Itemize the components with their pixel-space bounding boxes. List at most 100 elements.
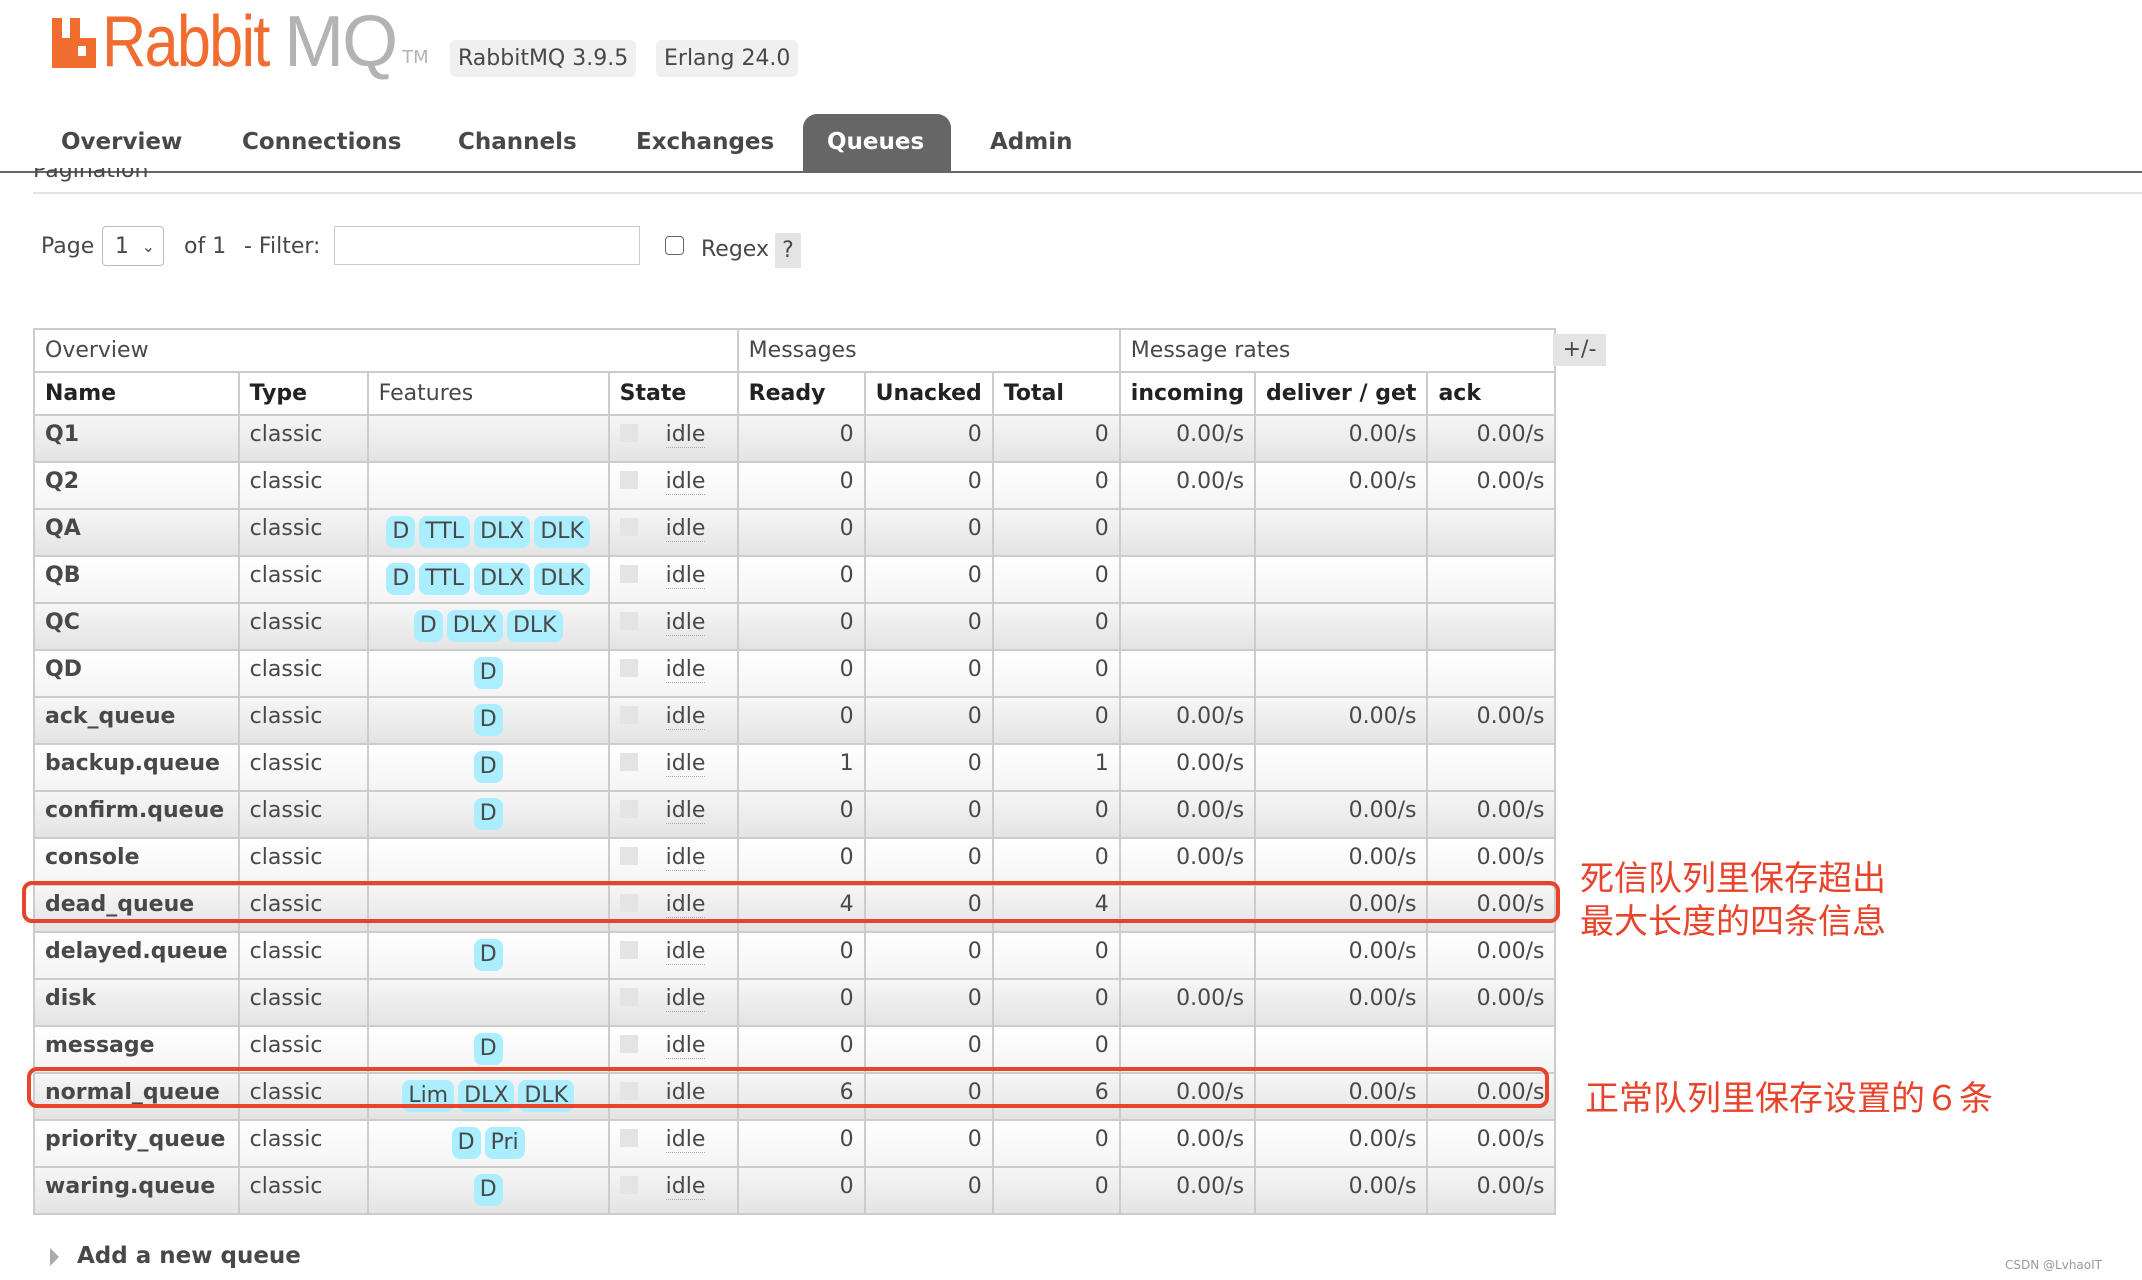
- tab-admin[interactable]: Admin: [966, 114, 1097, 171]
- feature-badge-pri: Pri: [484, 1127, 525, 1159]
- tab-divider: [0, 171, 2142, 173]
- queue-name-link[interactable]: QB: [33, 555, 240, 604]
- add-new-queue-toggle[interactable]: Add a new queue: [50, 1243, 301, 1269]
- queue-name-link[interactable]: message: [33, 1025, 240, 1074]
- tab-connections[interactable]: Connections: [218, 114, 425, 171]
- rabbitmq-logo[interactable]: Rabbit MQ TM: [52, 6, 429, 78]
- col-header-name[interactable]: Name: [33, 371, 240, 416]
- state-indicator-icon: [619, 753, 638, 771]
- state-label: idle: [665, 1127, 706, 1153]
- queue-name-link[interactable]: ack_queue: [33, 696, 240, 745]
- feature-badge-d: D: [473, 939, 503, 971]
- state-indicator-icon: [619, 565, 638, 583]
- queue-state: idle: [607, 884, 739, 933]
- queue-name-link[interactable]: console: [33, 837, 240, 886]
- regex-help-button[interactable]: ?: [775, 233, 801, 268]
- col-header-unacked[interactable]: Unacked: [863, 371, 994, 416]
- queue-state: idle: [607, 461, 739, 510]
- state-label: idle: [665, 657, 706, 683]
- queue-features: D Pri: [366, 1119, 610, 1168]
- queue-state: idle: [607, 649, 739, 698]
- cell-ack: [1426, 555, 1557, 604]
- queue-name-link[interactable]: QC: [33, 602, 240, 651]
- cell-ack: 0.00/s: [1426, 1072, 1557, 1121]
- tab-overview[interactable]: Overview: [37, 114, 206, 171]
- queue-name-link[interactable]: delayed.queue: [33, 931, 240, 980]
- queue-name-link[interactable]: priority_queue: [33, 1119, 240, 1168]
- cell-deliver-get: 0.00/s: [1254, 790, 1429, 839]
- state-label: idle: [665, 1033, 706, 1059]
- col-header-ack[interactable]: ack: [1426, 371, 1557, 416]
- queue-name-link[interactable]: waring.queue: [33, 1166, 240, 1215]
- dead-queue-annotation-line1: 死信队列里保存超出: [1580, 859, 1886, 899]
- cell-unacked: 0: [863, 696, 994, 745]
- cell-unacked: 0: [863, 743, 994, 792]
- col-header-incoming[interactable]: incoming: [1118, 371, 1257, 416]
- col-header-deliver-get[interactable]: deliver / get: [1254, 371, 1429, 416]
- cell-ready: 0: [736, 461, 866, 510]
- cell-total: 0: [991, 1025, 1121, 1074]
- state-indicator-icon: [619, 659, 638, 677]
- queue-type: classic: [237, 978, 369, 1027]
- queue-name-link[interactable]: disk: [33, 978, 240, 1027]
- cell-unacked: 0: [863, 1166, 994, 1215]
- state-indicator-icon: [619, 1035, 638, 1053]
- queue-name-link[interactable]: normal_queue: [33, 1072, 240, 1121]
- cell-ready: 0: [736, 978, 866, 1027]
- table-row: console classic idle 0 0 0 0.00/s 0.00/s 0.00/s: [33, 837, 1557, 886]
- filter-input[interactable]: [334, 226, 640, 265]
- cell-total: 0: [991, 461, 1121, 510]
- cell-deliver-get: 0.00/s: [1254, 696, 1429, 745]
- queue-features: [366, 837, 610, 886]
- cell-incoming: 0.00/s: [1118, 837, 1257, 886]
- state-label: idle: [665, 798, 706, 824]
- col-header-total[interactable]: Total: [991, 371, 1121, 416]
- regex-checkbox[interactable]: [665, 236, 684, 255]
- toggle-columns-button[interactable]: +/-: [1553, 334, 1606, 366]
- table-row: waring.queue classic Didle 0 0 0 0.00/s 0.00/s 0…: [33, 1166, 1557, 1215]
- table-row: delayed.queue classic Didle 0 0 0 0.00/s 0.00/s: [33, 931, 1557, 980]
- feature-badge-d: D: [473, 751, 503, 783]
- cell-ack: 0.00/s: [1426, 1166, 1557, 1215]
- state-indicator-icon: [619, 800, 638, 818]
- cell-ready: 0: [736, 602, 866, 651]
- queue-state: idle: [607, 837, 739, 886]
- queue-name-link[interactable]: confirm.queue: [33, 790, 240, 839]
- col-header-ready[interactable]: Ready: [736, 371, 866, 416]
- queue-name-link[interactable]: dead_queue: [33, 884, 240, 933]
- page-label: Page: [41, 234, 95, 259]
- state-label: idle: [665, 986, 706, 1012]
- queue-name-link[interactable]: Q1: [33, 414, 240, 463]
- cell-incoming: [1118, 931, 1257, 980]
- state-label: idle: [665, 563, 706, 589]
- queue-name-link[interactable]: Q2: [33, 461, 240, 510]
- col-header-type[interactable]: Type: [237, 371, 369, 416]
- queue-name-link[interactable]: backup.queue: [33, 743, 240, 792]
- queue-type: classic: [237, 696, 369, 745]
- tab-exchanges[interactable]: Exchanges: [612, 114, 798, 171]
- queue-name-link[interactable]: QD: [33, 649, 240, 698]
- dead-queue-annotation-line2: 最大长度的四条信息: [1580, 902, 1886, 942]
- col-header-state[interactable]: State: [607, 371, 739, 416]
- cell-deliver-get: [1254, 649, 1429, 698]
- expand-triangle-icon: [50, 1247, 59, 1266]
- page-select[interactable]: 1 ⌄: [102, 226, 164, 266]
- tab-channels[interactable]: Channels: [434, 114, 601, 171]
- feature-badge-dlk: DLK: [506, 610, 563, 642]
- queue-features: D: [366, 743, 610, 792]
- cell-ack: [1426, 602, 1557, 651]
- table-row: ack_queue classic Didle 0 0 0 0.00/s 0.00/s 0.00…: [33, 696, 1557, 745]
- queue-name-link[interactable]: QA: [33, 508, 240, 557]
- tab-queues[interactable]: Queues: [803, 114, 951, 171]
- state-indicator-icon: [619, 1129, 638, 1147]
- queue-type: classic: [237, 555, 369, 604]
- queue-state: idle: [607, 978, 739, 1027]
- cell-unacked: 0: [863, 1025, 994, 1074]
- table-row: QA classic D TTL DLX DLK idle 0 0 0: [33, 508, 1557, 557]
- table-row: message classic Didle 0 0 0: [33, 1025, 1557, 1074]
- cell-incoming: [1118, 508, 1257, 557]
- add-new-queue-label: Add a new queue: [77, 1243, 301, 1269]
- cell-unacked: 0: [863, 414, 994, 463]
- queue-state: idle: [607, 1025, 739, 1074]
- feature-badge-d: D: [473, 657, 503, 689]
